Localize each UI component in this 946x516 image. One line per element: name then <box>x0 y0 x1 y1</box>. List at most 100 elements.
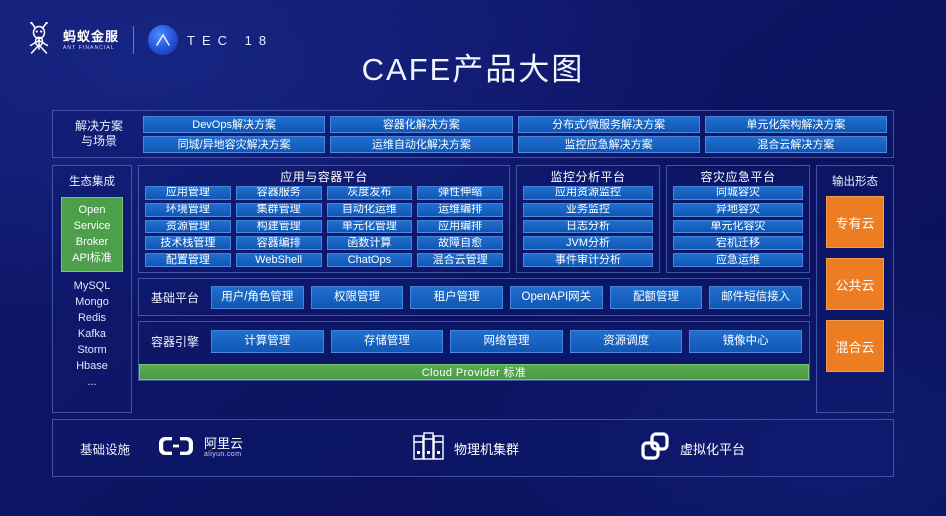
item-automated-ops[interactable]: 自动化运维 <box>326 202 413 217</box>
item-ops-orchestration[interactable]: 运维编排 <box>417 202 503 217</box>
ecosystem-panel: 生态集成 Open Service Broker API标准 MySQL Mon… <box>52 165 132 413</box>
item-gray-release[interactable]: 灰度发布 <box>326 186 413 200</box>
container-engine-panel: 容器引擎 计算管理 存储管理 网络管理 资源调度 镜像中心 Cloud Prov… <box>138 321 810 381</box>
ecosystem-title: 生态集成 <box>69 176 115 188</box>
item-container-orchestration[interactable]: 容器编排 <box>235 236 322 251</box>
item-permission-management[interactable]: 权限管理 <box>310 285 404 309</box>
item-resource-scheduling[interactable]: 资源调度 <box>569 329 683 353</box>
ecosystem-standard-1: Service <box>73 220 111 232</box>
item-event-audit-analysis[interactable]: 事件审计分析 <box>523 253 653 267</box>
item-unitized-dr[interactable]: 单元化容灾 <box>673 219 803 234</box>
item-openapi-gateway[interactable]: OpenAPI网关 <box>510 285 603 309</box>
disaster-recovery-platform-panel: 容灾应急平台 同城容灾 异地容灾 单元化容灾 宕机迁移 应急运维 <box>666 165 810 273</box>
item-log-analysis[interactable]: 日志分析 <box>523 219 653 234</box>
ecosystem-item-mongo: Mongo <box>75 296 109 308</box>
item-techstack-management[interactable]: 技术栈管理 <box>145 236 231 251</box>
item-emergency-ops[interactable]: 应急运维 <box>673 253 803 267</box>
ecosystem-item-storm: Storm <box>77 344 107 356</box>
slide-canvas: 蚂蚁金服 ANT FINANCIAL TEC 18 CAFE产品大图 解决方案 … <box>0 0 946 516</box>
item-tenant-management[interactable]: 租户管理 <box>410 285 504 309</box>
solution-hybrid-cloud[interactable]: 混合云解决方案 <box>704 135 887 153</box>
app-container-platform-title: 应用与容器平台 <box>280 170 368 184</box>
item-quota-management[interactable]: 配额管理 <box>609 285 703 309</box>
item-config-management[interactable]: 配置管理 <box>145 253 231 267</box>
item-elastic-scaling[interactable]: 弹性伸缩 <box>417 186 503 200</box>
item-resource-management[interactable]: 资源管理 <box>145 219 231 234</box>
solution-containerization[interactable]: 容器化解决方案 <box>330 115 513 133</box>
item-host-migration[interactable]: 宕机迁移 <box>673 236 803 251</box>
ecosystem-standard-2: Broker <box>75 236 109 248</box>
ecosystem-standard-3: API标准 <box>72 252 112 264</box>
center-column: 应用与容器平台 应用管理 环境管理 资源管理 技术栈管理 配置管理 容器服务 集… <box>138 165 810 413</box>
ecosystem-standard-0: Open <box>78 204 106 216</box>
aliyun-icon <box>157 434 195 463</box>
base-platform-panel: 基础平台 用户/角色管理 权限管理 租户管理 OpenAPI网关 配额管理 邮件… <box>138 278 810 316</box>
infrastructure-item-aliyun: 阿里云 aliyun.com <box>157 434 243 463</box>
virtualization-icon <box>639 431 671 466</box>
solutions-label-line1: 解决方案 <box>74 119 123 133</box>
solutions-label: 解决方案 与场景 <box>57 119 141 149</box>
item-same-city-dr[interactable]: 同城容灾 <box>673 186 803 200</box>
item-app-resource-monitoring[interactable]: 应用资源监控 <box>523 186 653 200</box>
app-container-column-1: 应用管理 环境管理 资源管理 技术栈管理 配置管理 <box>145 186 231 267</box>
item-app-orchestration[interactable]: 应用编排 <box>417 219 503 234</box>
solutions-label-line2: 与场景 <box>80 134 117 148</box>
item-env-management[interactable]: 环境管理 <box>145 202 231 217</box>
item-chatops[interactable]: ChatOps <box>326 253 413 267</box>
solution-unitized-architecture[interactable]: 单元化架构解决方案 <box>704 115 887 133</box>
item-storage-management[interactable]: 存储管理 <box>330 329 444 353</box>
ecosystem-list: MySQL Mongo Redis Kafka Storm Hbase ... <box>74 279 111 390</box>
container-engine-label: 容器引擎 <box>150 334 199 349</box>
output-public-cloud[interactable]: 公共云 <box>826 258 884 310</box>
monitor-column-1: 应用资源监控 业务监控 日志分析 JVM分析 事件审计分析 <box>523 186 653 267</box>
base-platform-label: 基础平台 <box>150 290 199 305</box>
ecosystem-standard-box: Open Service Broker API标准 <box>61 197 123 272</box>
item-business-monitoring[interactable]: 业务监控 <box>523 202 653 217</box>
server-rack-icon <box>413 431 445 466</box>
solution-microservices[interactable]: 分布式/微服务解决方案 <box>517 115 700 133</box>
ecosystem-item-mysql: MySQL <box>73 280 111 292</box>
item-user-role-management[interactable]: 用户/角色管理 <box>211 285 304 309</box>
output-private-cloud[interactable]: 专有云 <box>826 196 884 248</box>
item-compute-management[interactable]: 计算管理 <box>211 329 324 353</box>
cloud-provider-standard-bar: Cloud Provider 标准 <box>139 364 809 380</box>
solution-ops-automation[interactable]: 运维自动化解决方案 <box>330 135 513 153</box>
output-form-title: 输出形态 <box>832 176 878 188</box>
ecosystem-item-more: ... <box>87 376 97 388</box>
monitor-platform-title: 监控分析平台 <box>550 170 626 184</box>
ecosystem-item-kafka: Kafka <box>77 328 107 340</box>
container-engine-row: 容器引擎 计算管理 存储管理 网络管理 资源调度 镜像中心 <box>139 322 809 360</box>
solution-devops[interactable]: DevOps解决方案 <box>143 115 326 133</box>
aliyun-domain: aliyun.com <box>204 451 242 459</box>
solution-disaster-recovery[interactable]: 同城/异地容灾解决方案 <box>143 135 326 153</box>
app-container-column-3: 灰度发布 自动化运维 单元化管理 函数计算 ChatOps <box>326 186 413 267</box>
solutions-row-2: 同城/异地容灾解决方案 运维自动化解决方案 监控应急解决方案 混合云解决方案 <box>143 135 887 153</box>
virtualization-name: 虚拟化平台 <box>680 441 746 457</box>
disaster-recovery-column-1: 同城容灾 异地容灾 单元化容灾 宕机迁移 应急运维 <box>673 186 803 267</box>
item-mail-sms-access[interactable]: 邮件短信接入 <box>709 285 803 309</box>
item-self-healing[interactable]: 故障自愈 <box>417 236 503 251</box>
app-container-platform-panel: 应用与容器平台 应用管理 环境管理 资源管理 技术栈管理 配置管理 容器服务 集… <box>138 165 510 273</box>
item-jvm-analysis[interactable]: JVM分析 <box>523 236 653 251</box>
item-webshell[interactable]: WebShell <box>235 253 322 267</box>
app-container-column-4: 弹性伸缩 运维编排 应用编排 故障自愈 混合云管理 <box>417 186 503 267</box>
item-cluster-management[interactable]: 集群管理 <box>235 202 322 217</box>
infrastructure-item-physical-cluster: 物理机集群 <box>413 431 519 466</box>
item-remote-dr[interactable]: 异地容灾 <box>673 202 803 217</box>
item-build-management[interactable]: 构建管理 <box>235 219 322 234</box>
solutions-row-1: DevOps解决方案 容器化解决方案 分布式/微服务解决方案 单元化架构解决方案 <box>143 115 887 133</box>
disaster-recovery-platform-title: 容灾应急平台 <box>700 170 776 184</box>
item-network-management[interactable]: 网络管理 <box>450 329 563 353</box>
output-hybrid-cloud[interactable]: 混合云 <box>826 320 884 372</box>
solution-monitoring-emergency[interactable]: 监控应急解决方案 <box>517 135 700 153</box>
item-function-compute[interactable]: 函数计算 <box>326 236 413 251</box>
item-app-management[interactable]: 应用管理 <box>145 186 231 200</box>
item-hybrid-cloud-management[interactable]: 混合云管理 <box>417 253 503 267</box>
brand-name-cn: 蚂蚁金服 <box>63 28 120 44</box>
item-unitized-management[interactable]: 单元化管理 <box>326 219 413 234</box>
page-title: CAFE产品大图 <box>361 52 585 87</box>
item-image-registry[interactable]: 镜像中心 <box>689 329 802 353</box>
aliyun-name: 阿里云 <box>204 435 244 451</box>
infrastructure-label: 基础设施 <box>79 442 130 457</box>
item-container-service[interactable]: 容器服务 <box>235 186 322 200</box>
